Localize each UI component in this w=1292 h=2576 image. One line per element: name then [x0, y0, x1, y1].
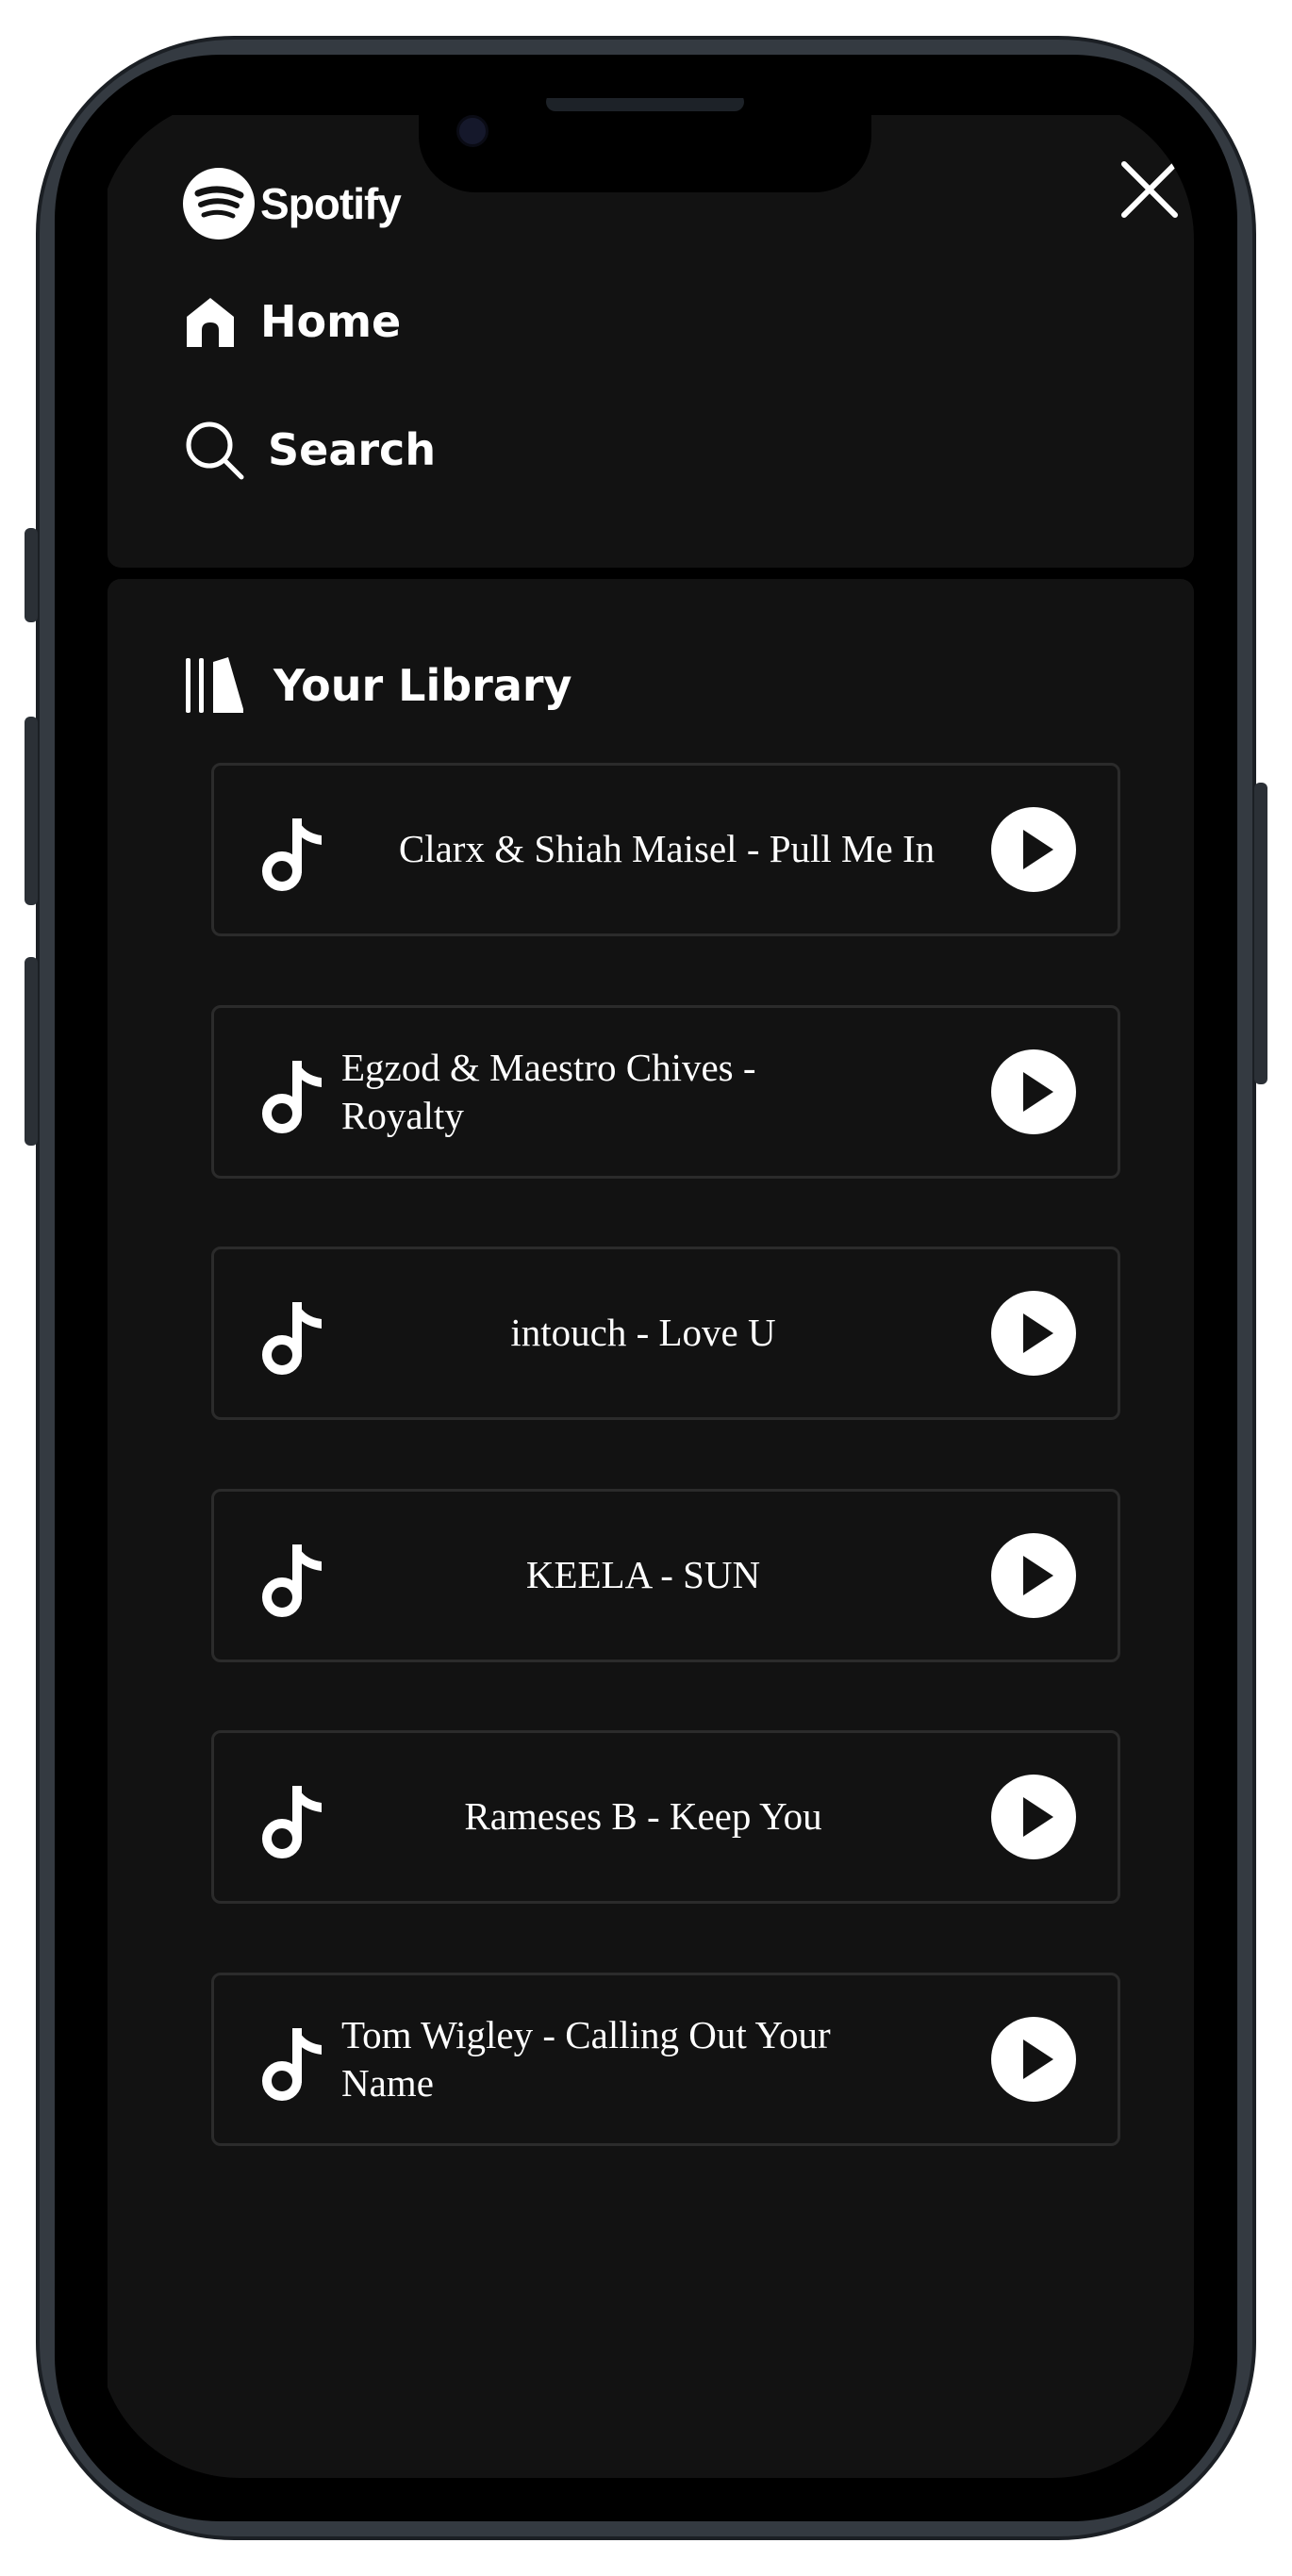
track-card[interactable]: Tom Wigley - Calling Out Your Name — [211, 1973, 1120, 2146]
spotify-logo-icon — [183, 168, 255, 239]
track-title: Egzod & Maestro Chives - Royalty — [341, 1045, 756, 1137]
track-card[interactable]: KEELA - SUN — [211, 1489, 1120, 1662]
play-icon[interactable] — [991, 1533, 1076, 1618]
phone-screen: Spotify Home Search Your Library Clarx &… — [98, 98, 1194, 2478]
silent-switch — [25, 528, 38, 622]
nav-search-label: Search — [268, 424, 437, 475]
search-icon — [186, 421, 244, 480]
volume-up-button — [25, 717, 38, 905]
music-note-icon — [262, 1786, 322, 1858]
music-note-icon — [262, 1302, 322, 1375]
nav-home[interactable]: Home — [183, 294, 401, 349]
music-note-icon — [262, 1061, 322, 1133]
track-title: intouch - Love U — [510, 1311, 776, 1355]
play-icon[interactable] — [991, 1775, 1076, 1859]
nav-home-label: Home — [260, 296, 402, 347]
power-button — [1254, 783, 1267, 1084]
track-title: Rameses B - Keep You — [464, 1794, 822, 1839]
library-title: Your Library — [273, 660, 572, 711]
close-icon — [1121, 161, 1178, 218]
volume-down-button — [25, 957, 38, 1146]
track-card[interactable]: Rameses B - Keep You — [211, 1730, 1120, 1904]
music-note-icon — [262, 1544, 322, 1617]
music-note-icon — [262, 2028, 322, 2101]
library-panel: Your Library Clarx & Shiah Maisel - Pull… — [108, 579, 1194, 2478]
front-camera — [456, 115, 489, 147]
play-icon[interactable] — [991, 807, 1076, 892]
brand-name: Spotify — [260, 179, 402, 228]
track-card[interactable]: Egzod & Maestro Chives - Royalty — [211, 1005, 1120, 1179]
home-icon — [187, 298, 234, 347]
play-icon[interactable] — [991, 1291, 1076, 1376]
notch — [419, 98, 871, 192]
music-note-icon — [262, 818, 322, 891]
track-card[interactable]: Clarx & Shiah Maisel - Pull Me In — [211, 763, 1120, 936]
track-card[interactable]: intouch - Love U — [211, 1247, 1120, 1420]
library-icon — [186, 657, 243, 713]
close-button[interactable] — [1117, 157, 1183, 223]
track-title: KEELA - SUN — [525, 1553, 761, 1597]
play-icon[interactable] — [991, 1049, 1076, 1134]
spotify-logo[interactable]: Spotify — [183, 168, 402, 239]
your-library-button[interactable]: Your Library — [183, 654, 572, 717]
track-title: Tom Wigley - Calling Out Your Name — [341, 2012, 831, 2105]
play-icon[interactable] — [991, 2017, 1076, 2102]
nav-search[interactable]: Search — [183, 419, 436, 481]
speaker-grille — [546, 98, 744, 111]
track-title: Clarx & Shiah Maisel - Pull Me In — [398, 827, 936, 871]
